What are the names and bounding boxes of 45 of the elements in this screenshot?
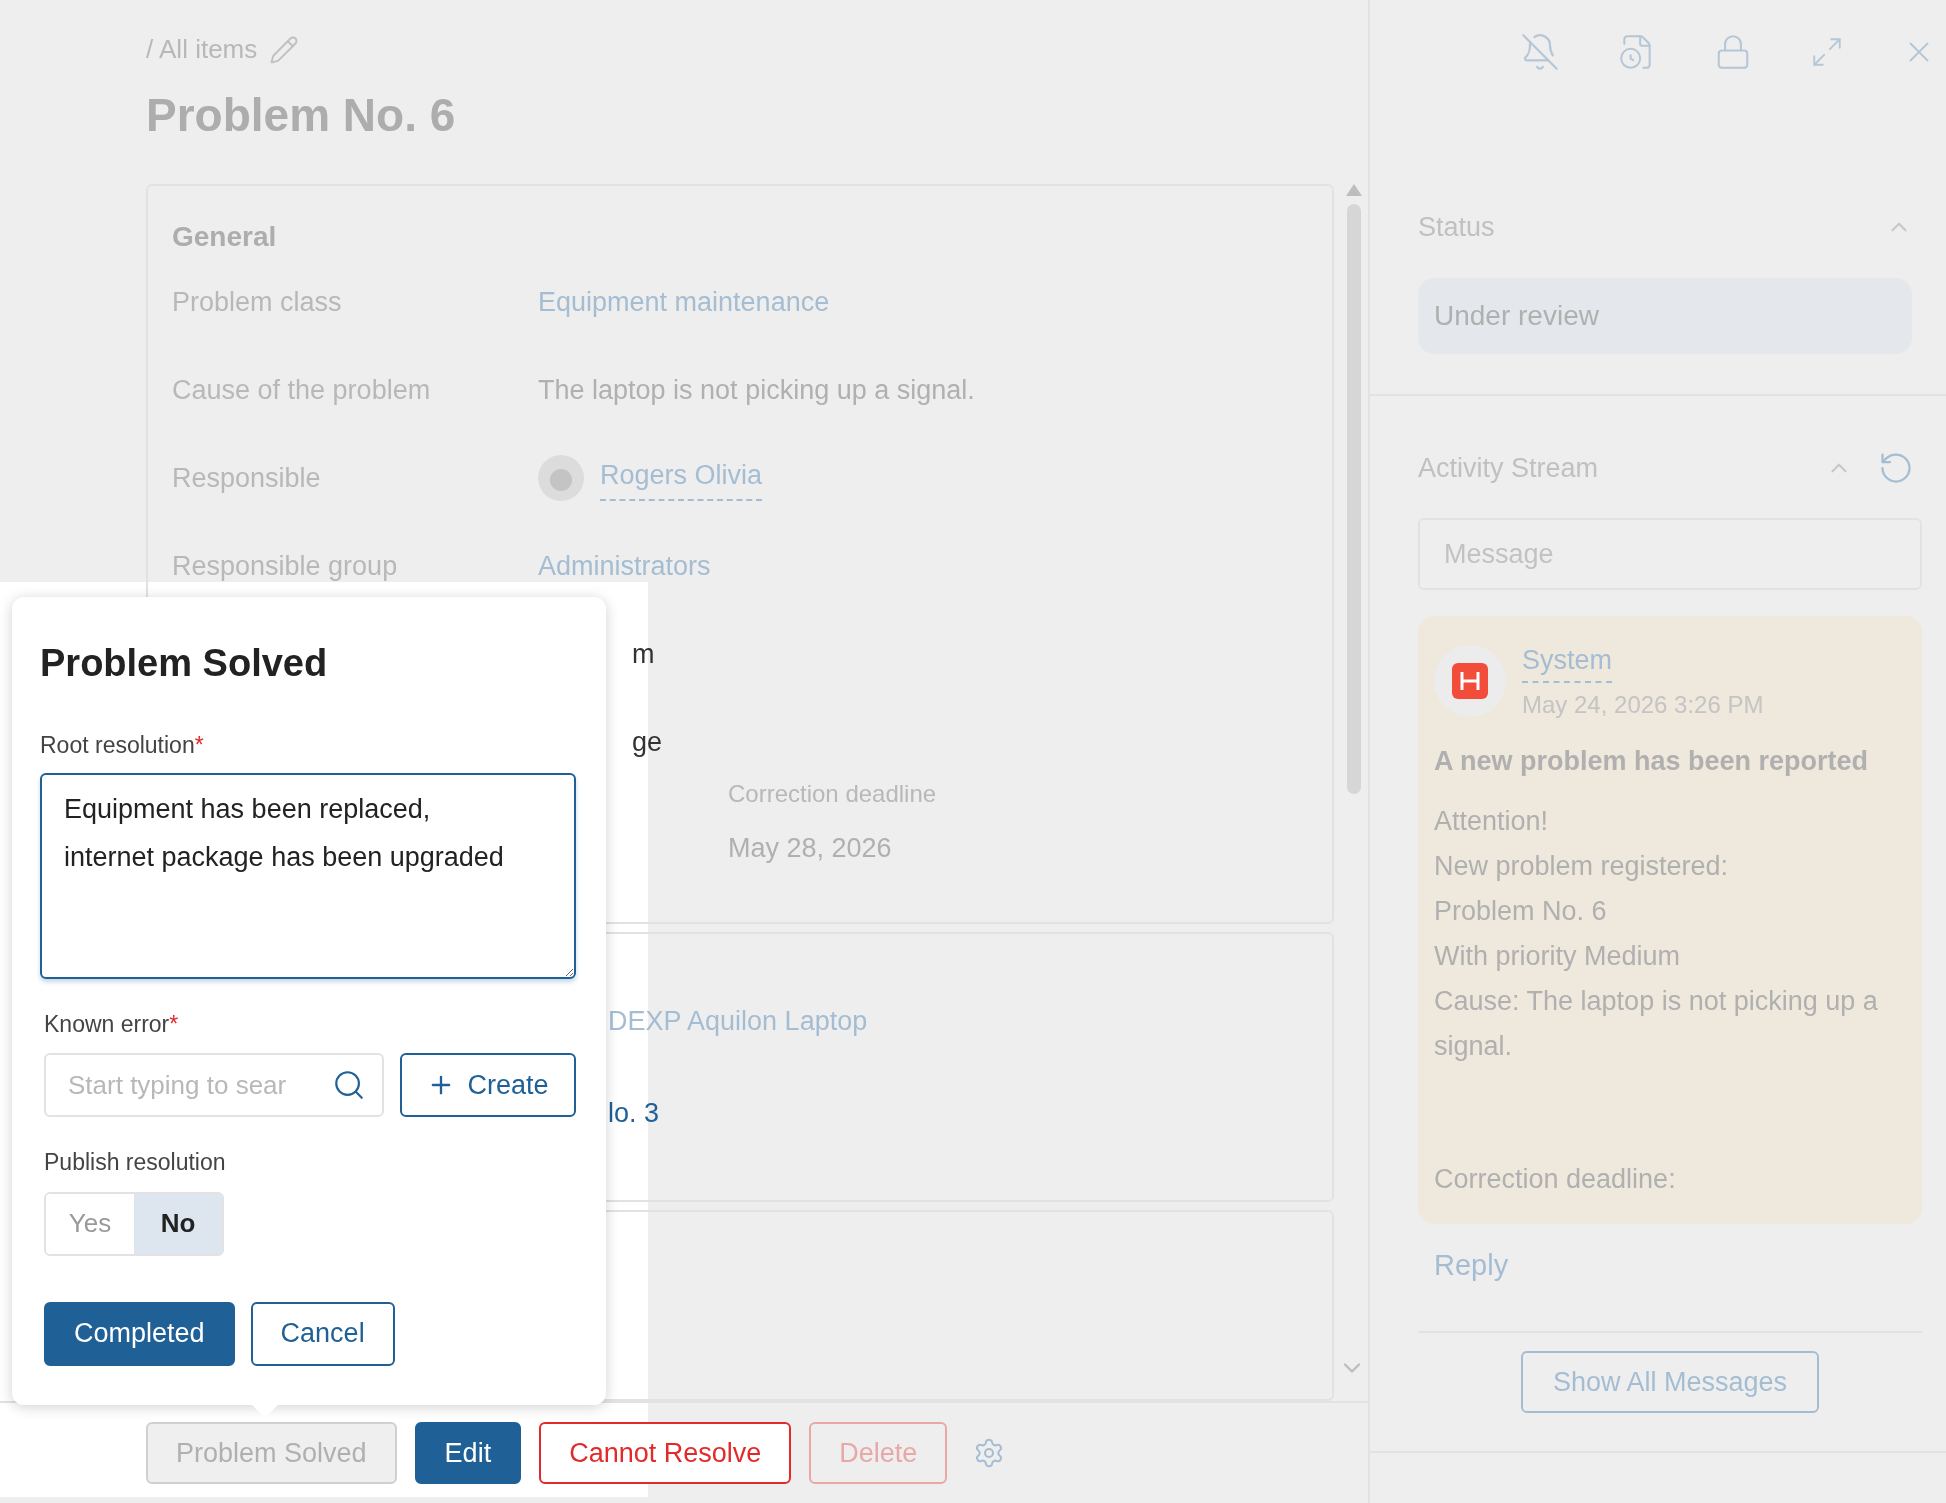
message-line: Attention! — [1434, 805, 1550, 838]
field-link[interactable]: DEXP Aquilon Laptop — [608, 1000, 1332, 1041]
required-mark: * — [194, 732, 204, 758]
field-label: Publish resolution — [44, 1148, 227, 1177]
field-value: m — [632, 637, 655, 671]
pencil-icon[interactable] — [269, 34, 300, 65]
field-value: The laptop is not picking up a signal. — [538, 373, 975, 407]
action-button[interactable]: Edit — [414, 1422, 522, 1484]
field-label: Root resolution — [40, 732, 195, 758]
action-button[interactable]: Problem Solved — [146, 1422, 397, 1484]
reply-link[interactable]: Reply — [1434, 1243, 1509, 1287]
required-mark: * — [169, 1010, 179, 1037]
field-link[interactable]: Equipment maintenance — [538, 281, 830, 323]
user-link[interactable]: Rogers Olivia — [600, 454, 763, 502]
section-heading: General — [172, 220, 278, 254]
root-resolution-field[interactable]: Equipment has been replaced, internet package has been upgraded — [40, 772, 576, 979]
message-line: Problem No. 6 — [1434, 895, 1608, 928]
expand-icon[interactable] — [1810, 35, 1844, 69]
scroll-up-icon[interactable] — [1346, 184, 1362, 196]
field-value: May 28, 2026 — [728, 832, 893, 865]
search-icon[interactable] — [332, 1068, 366, 1102]
message-line: Cause: The laptop is not picking up a signal. — [1434, 985, 1879, 1063]
message-subject: A new problem has been reported — [1434, 744, 1870, 778]
scrollbar-thumb[interactable] — [1347, 204, 1361, 794]
author-link[interactable]: System — [1522, 640, 1613, 683]
dialog-button[interactable]: Completed — [44, 1301, 235, 1366]
bell-off-icon[interactable] — [1520, 32, 1560, 72]
status-pill[interactable]: Under review — [1418, 277, 1912, 354]
dialog-title: Problem Solved — [40, 641, 329, 686]
message-line: New problem registered: — [1434, 850, 1730, 883]
field-value: lo. 3 — [608, 1097, 661, 1130]
action-button[interactable]: Delete — [809, 1422, 948, 1484]
known-error-search-field[interactable]: Start typing to sear — [44, 1053, 384, 1117]
page-title: Problem No. 6 — [145, 88, 457, 143]
action-button[interactable]: Cannot Resolve — [539, 1422, 792, 1484]
field-link[interactable]: Administrators — [538, 545, 711, 587]
message-line: With priority Medium — [1434, 940, 1682, 973]
field-value: ge — [632, 725, 663, 759]
avatar-icon — [538, 455, 584, 501]
field-label: Known error — [44, 1010, 170, 1037]
message-line: Correction deadline: — [1434, 1163, 1677, 1196]
show-all-messages-button[interactable]: Show All Messages — [1520, 1351, 1820, 1413]
create-button[interactable]: Create — [400, 1053, 576, 1117]
dialog-button[interactable]: Cancel — [250, 1301, 395, 1366]
toggle-option[interactable]: No — [134, 1193, 222, 1254]
